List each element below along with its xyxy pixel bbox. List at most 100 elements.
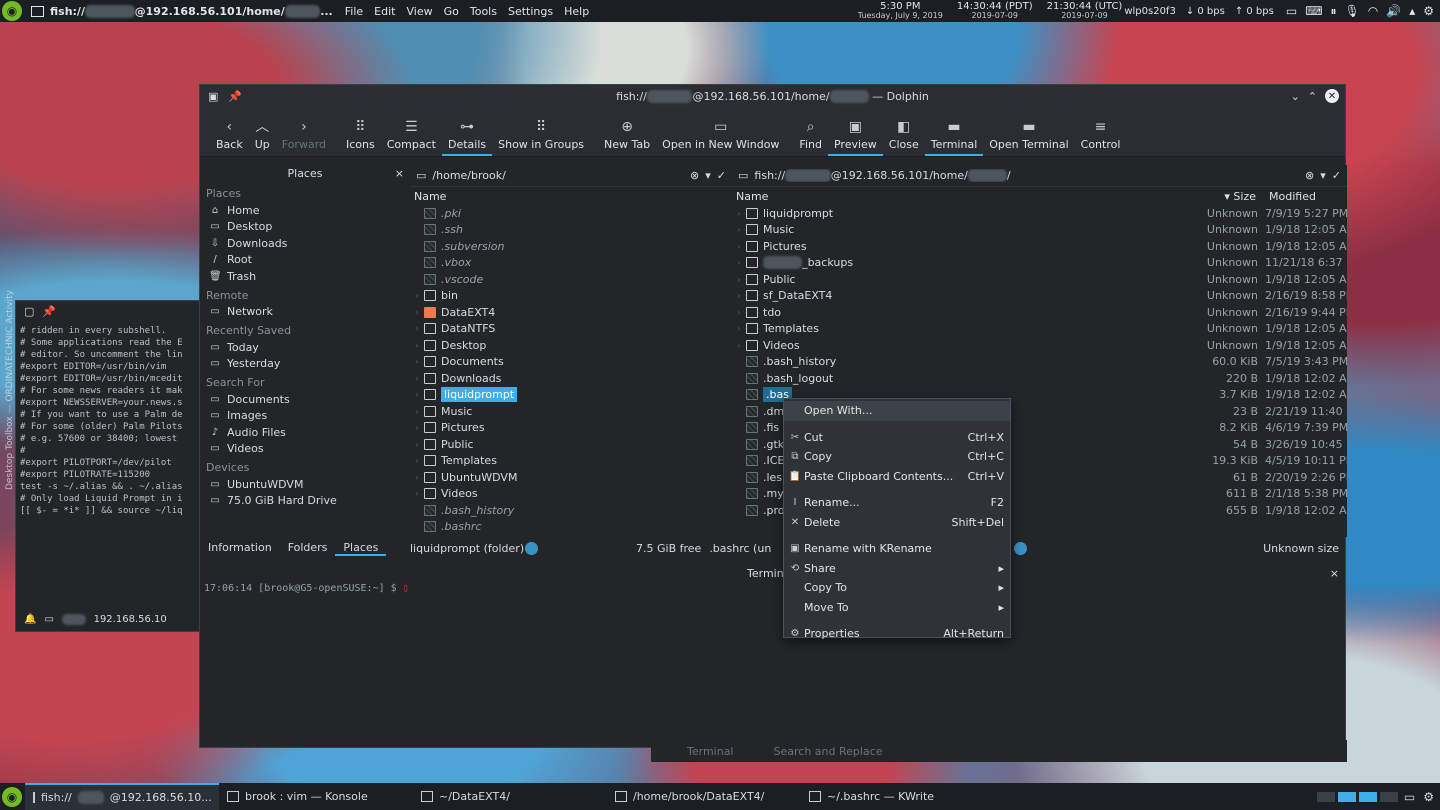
places-item-documents[interactable]: ▭ Documents (200, 391, 410, 408)
close-terminal-icon[interactable]: × (1330, 567, 1339, 580)
keyboard-icon[interactable]: ⌨ (1305, 4, 1322, 19)
file-row[interactable]: › Music (410, 403, 732, 420)
file-row[interactable]: .bash_logout 220 B 1/9/18 12:02 AM (732, 370, 1347, 387)
menu-go[interactable]: Go (444, 5, 459, 18)
forward-button[interactable]: › Forward (276, 116, 332, 156)
places-item-today[interactable]: ▭ Today (200, 339, 410, 356)
places-item-images[interactable]: ▭ Images (200, 408, 410, 425)
file-row[interactable]: › sf_DataEXT4 Unknown 2/16/19 8:58 PM (732, 288, 1347, 305)
wifi-icon[interactable]: ◠ (1368, 4, 1378, 19)
file-row[interactable]: › Public Unknown 1/9/18 12:05 AM (732, 271, 1347, 288)
file-row[interactable]: › liquidprompt (410, 387, 732, 404)
tray-expand-icon[interactable]: ▴ (1409, 4, 1415, 19)
file-row[interactable]: › DataEXT4 (410, 304, 732, 321)
menu-file[interactable]: File (345, 5, 363, 18)
expand-arrow-icon[interactable]: › (732, 341, 746, 350)
places-item-yesterday[interactable]: ▭ Yesterday (200, 356, 410, 373)
places-item-trash[interactable]: 🗑 Trash (200, 268, 410, 285)
confirm-location-icon[interactable]: ✓ (717, 169, 726, 182)
window-menu-icon[interactable]: ▣ (208, 90, 218, 103)
dropdown-icon[interactable]: ▾ (705, 169, 711, 182)
places-item-videos[interactable]: ▭ Videos (200, 441, 410, 458)
expand-arrow-icon[interactable]: › (410, 324, 424, 333)
zoom-slider-right[interactable] (1014, 541, 1028, 555)
file-row[interactable]: › Templates (410, 453, 732, 470)
menu-item-cut[interactable]: ✂ Cut Ctrl+X (784, 428, 1010, 448)
pin-icon[interactable]: 📌 (228, 90, 242, 103)
close-button[interactable]: ◧ Close (883, 116, 925, 156)
task-item[interactable]: fish:// xxxx @192.168.56.10... (25, 783, 219, 810)
file-row[interactable]: › Public (410, 436, 732, 453)
clear-location-icon[interactable]: ⊗ (1305, 169, 1314, 182)
expand-arrow-icon[interactable]: › (410, 374, 424, 383)
file-row[interactable]: › Templates Unknown 1/9/18 12:05 AM (732, 321, 1347, 338)
new-tab-button[interactable]: ⊕ New Tab (598, 116, 656, 156)
expand-arrow-icon[interactable]: › (732, 291, 746, 300)
places-item-ubuntuwdvm[interactable]: ▭ UbuntuWDVM (200, 476, 410, 493)
local-clock[interactable]: 5:30 PM Tuesday, July 9, 2019 (858, 2, 943, 21)
close-window-button[interactable]: ✕ (1325, 89, 1339, 103)
pin-icon[interactable]: 📌 (42, 305, 56, 318)
control-button[interactable]: ≡ Control (1075, 116, 1127, 156)
window-menu-icon[interactable]: ▢ (24, 305, 34, 318)
file-row[interactable]: › tdo Unknown 2/16/19 9:44 PM (732, 304, 1347, 321)
details-button[interactable]: ⊶ Details (441, 116, 493, 156)
desktop-3[interactable] (1358, 791, 1377, 802)
volume-icon[interactable]: 🔊 (1386, 4, 1401, 19)
expand-arrow-icon[interactable]: › (410, 308, 424, 317)
file-row[interactable]: .bashrc (410, 519, 732, 536)
file-row[interactable]: › Desktop (410, 337, 732, 354)
file-row[interactable]: .subversion (410, 238, 732, 255)
clear-location-icon[interactable]: ⊗ (690, 169, 699, 182)
file-row[interactable]: .vbox (410, 255, 732, 272)
file-row[interactable]: › Pictures Unknown 1/9/18 12:05 AM (732, 238, 1347, 255)
expand-arrow-icon[interactable]: › (732, 225, 746, 234)
task-item[interactable]: ~/.bashrc — KWrite (801, 783, 995, 810)
expand-arrow-icon[interactable]: › (732, 209, 746, 218)
vim-buffer[interactable]: # ridden in every subshell. # Some applic… (16, 321, 214, 603)
left-location-bar[interactable]: ▭ /home/brook/ ⊗ ▾ ✓ (410, 165, 732, 187)
location-path[interactable]: fish://xxxxxxx@192.168.56.101/home/xxxxx… (754, 169, 1299, 182)
left-name-column-header[interactable]: Name (410, 187, 732, 205)
name-column-header[interactable]: Name (736, 190, 1191, 203)
expand-arrow-icon[interactable]: › (410, 423, 424, 432)
menu-view[interactable]: View (406, 5, 432, 18)
file-row[interactable]: › Videos (410, 486, 732, 503)
expand-arrow-icon[interactable]: › (410, 473, 424, 482)
show-desktop-icon[interactable]: ▭ (1404, 790, 1415, 804)
clipboard-icon[interactable]: ▭ (1286, 4, 1297, 19)
menu-item-properties[interactable]: ⚙ Properties Alt+Return (784, 624, 1010, 644)
modified-column-header[interactable]: Modified (1263, 190, 1347, 203)
task-item[interactable]: brook : vim — Konsole (219, 783, 413, 810)
file-row[interactable]: › DataNTFS (410, 321, 732, 338)
information-tab[interactable]: Information (200, 541, 280, 556)
file-row[interactable]: › Pictures (410, 420, 732, 437)
application-launcher-icon[interactable]: ◉ (2, 786, 22, 807)
utc-clock[interactable]: 21:30:44 (UTC) 2019-07-09 (1047, 2, 1123, 21)
file-row[interactable]: › UbuntuWDVM (410, 469, 732, 486)
confirm-location-icon[interactable]: ✓ (1332, 169, 1341, 182)
kwrite-search-replace-tab[interactable]: Search and Replace (774, 745, 883, 758)
zoom-slider-left[interactable] (525, 541, 538, 555)
show-in-groups-button[interactable]: ⠿ Show in Groups (492, 116, 590, 156)
expand-arrow-icon[interactable]: › (732, 324, 746, 333)
file-row[interactable]: .ssh (410, 222, 732, 239)
desktop-1[interactable] (1316, 791, 1335, 802)
places-tab[interactable]: Places (335, 541, 387, 556)
expand-arrow-icon[interactable]: › (410, 291, 424, 300)
desktop-4[interactable] (1379, 791, 1398, 802)
location-path[interactable]: /home/brook/ (432, 169, 684, 182)
vim-tab-label[interactable]: 192.168.56.10 (94, 614, 167, 625)
file-row[interactable]: › Videos Unknown 1/9/18 12:05 AM (732, 337, 1347, 354)
up-button[interactable]: ︿ Up (249, 116, 276, 156)
expand-arrow-icon[interactable]: › (732, 258, 746, 267)
places-item-home[interactable]: ⌂ Home (200, 202, 410, 219)
taskbar-settings-icon[interactable]: ⚙ (1423, 790, 1434, 804)
dolphin-titlebar[interactable]: ▣ 📌 fish://xxxxxxx@192.168.56.101/home/x… (200, 85, 1345, 107)
application-launcher-icon[interactable]: ◉ (2, 1, 22, 21)
places-item-desktop[interactable]: ▭ Desktop (200, 219, 410, 236)
panel-settings-icon[interactable]: ⚙ (1423, 4, 1434, 19)
menu-item-copy-to[interactable]: Copy To ▸ (784, 578, 1010, 598)
expand-arrow-icon[interactable]: › (732, 275, 746, 284)
file-row[interactable]: .bash_history 60.0 KiB 7/5/19 3:43 PM (732, 354, 1347, 371)
